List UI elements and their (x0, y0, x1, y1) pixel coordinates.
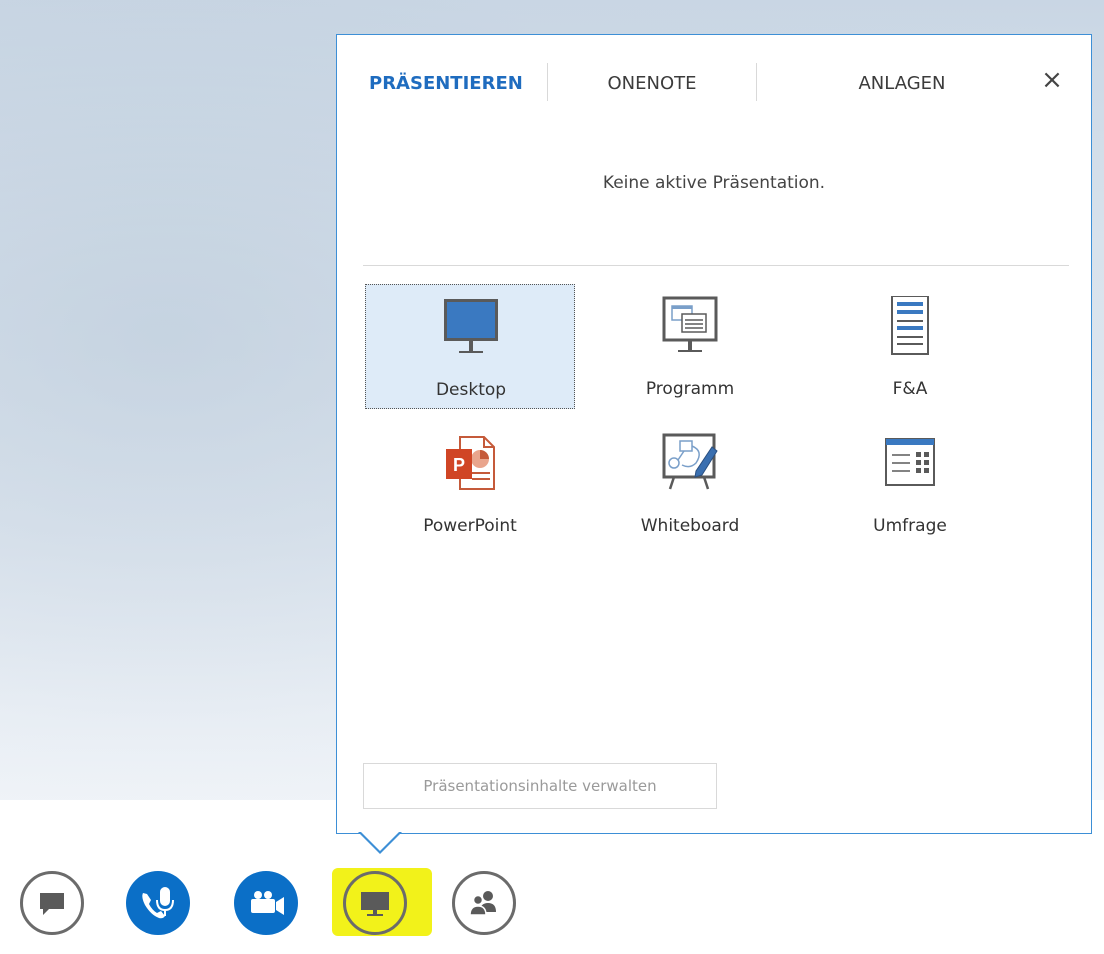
tab-separator (547, 63, 548, 101)
option-umfrage[interactable]: Umfrage (805, 421, 1015, 546)
presentation-status: Keine aktive Präsentation. (602, 173, 826, 193)
desktop-monitor-icon (444, 299, 498, 353)
option-desktop[interactable]: Desktop (365, 284, 575, 409)
chat-bubble-icon (40, 893, 64, 915)
tab-bar: PRÄSENTIEREN ONENOTE ANLAGEN (363, 61, 1063, 107)
option-label: Whiteboard (640, 516, 740, 536)
option-label: Desktop (435, 380, 507, 400)
monitor-icon (361, 892, 389, 916)
phone-mic-icon (142, 887, 174, 919)
program-window-icon (662, 296, 718, 352)
poll-icon (885, 438, 935, 486)
option-label: Umfrage (873, 516, 947, 536)
option-programm[interactable]: Programm (585, 284, 795, 409)
option-fa[interactable]: F&A (805, 284, 1015, 409)
tab-anlagen[interactable]: ANLAGEN (757, 61, 1047, 107)
svg-text:P: P (453, 455, 465, 475)
call-button[interactable] (126, 871, 190, 935)
whiteboard-icon (662, 433, 718, 490)
option-label: F&A (892, 379, 928, 399)
chat-button[interactable] (20, 871, 84, 935)
present-button[interactable] (343, 871, 407, 935)
close-icon[interactable]: × (1037, 65, 1067, 95)
video-button[interactable] (234, 871, 298, 935)
option-label: Programm (645, 379, 735, 399)
option-label: PowerPoint (423, 516, 517, 536)
present-panel: PRÄSENTIEREN ONENOTE ANLAGEN × Keine akt… (336, 34, 1092, 834)
manage-content-button[interactable]: Präsentationsinhalte verwalten (363, 763, 717, 809)
tab-praesentieren[interactable]: PRÄSENTIEREN (369, 61, 549, 107)
video-camera-icon (251, 891, 284, 915)
divider (363, 265, 1069, 266)
option-whiteboard[interactable]: Whiteboard (585, 421, 795, 546)
participants-button[interactable] (452, 871, 516, 935)
option-powerpoint[interactable]: P PowerPoint (365, 421, 575, 546)
people-icon (469, 891, 496, 916)
qa-document-icon (891, 296, 929, 355)
powerpoint-icon: P (446, 436, 495, 490)
tab-onenote[interactable]: ONENOTE (549, 61, 755, 107)
panel-pointer-inner (360, 831, 400, 851)
